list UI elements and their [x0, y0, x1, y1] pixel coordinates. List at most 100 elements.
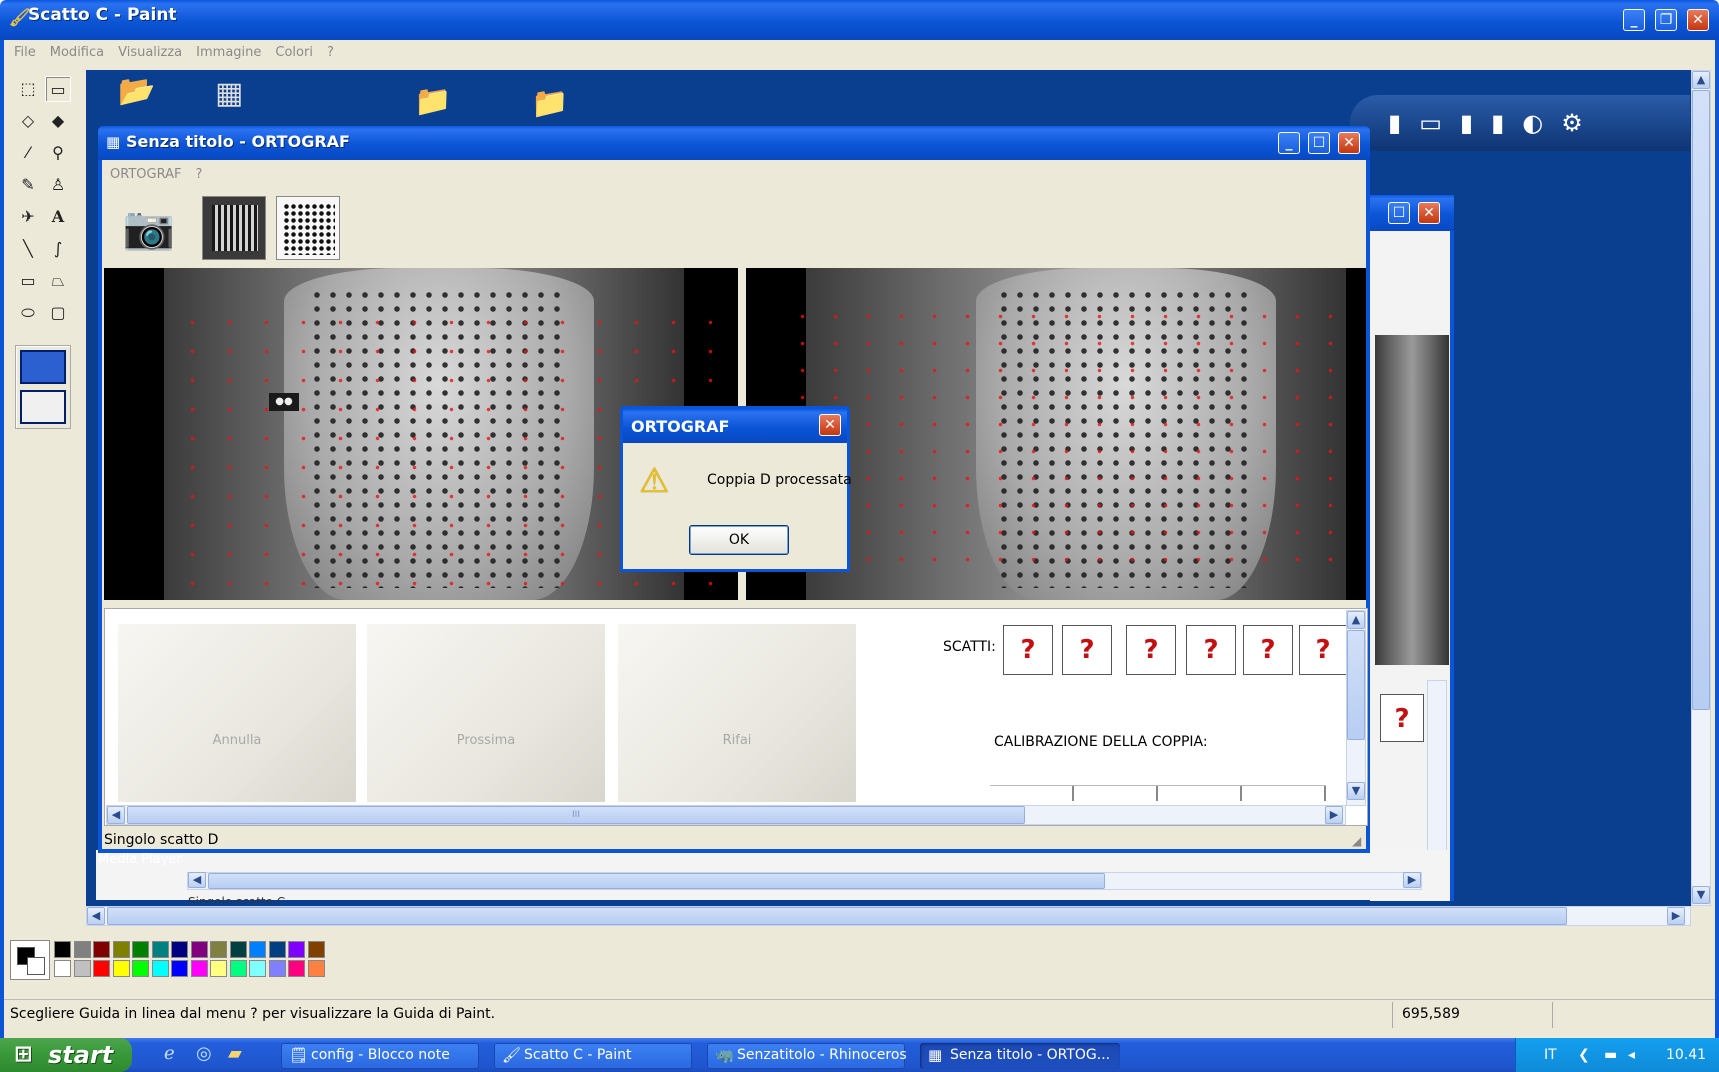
polygon-icon[interactable]: ⏢	[45, 268, 71, 294]
prossima-button[interactable]: Prossima	[367, 624, 605, 802]
palette-swatch[interactable]	[171, 960, 188, 977]
paint-minimize-button[interactable]: _	[1623, 9, 1645, 31]
palette-swatch[interactable]	[229, 941, 247, 958]
behind-scroll-right-arrow[interactable]: ▶	[1403, 872, 1421, 888]
scatto-button-6[interactable]: ?	[1299, 625, 1347, 675]
palette-swatch[interactable]	[249, 960, 266, 977]
palette-swatch[interactable]	[54, 960, 71, 977]
curve-icon[interactable]: ∫	[45, 236, 71, 262]
eraser-icon[interactable]: ◇	[15, 108, 41, 134]
palette-swatch[interactable]	[93, 941, 110, 958]
ie-quicklaunch-icon[interactable]: ℯ	[164, 1043, 175, 1064]
ortograf-lower-scroll-right[interactable]: ▶	[1325, 806, 1343, 824]
rifai-button[interactable]: Rifai	[618, 624, 856, 802]
palette-swatch[interactable]	[151, 941, 169, 958]
language-indicator[interactable]: IT	[1544, 1038, 1557, 1072]
start-button[interactable]: ⊞ start	[0, 1038, 132, 1072]
palette-swatch[interactable]	[132, 960, 149, 977]
paint-scroll-down-arrow[interactable]: ▼	[1692, 886, 1710, 904]
task-paint[interactable]: 🖌 Scatto C - Paint	[494, 1043, 692, 1069]
ortograf-close-button[interactable]: ✕	[1338, 132, 1360, 154]
color-picker-icon[interactable]: ⁄	[15, 140, 41, 166]
palette-swatch[interactable]	[249, 941, 266, 958]
camera-toolbar-button[interactable]: 📷	[116, 195, 182, 261]
fill-bucket-icon[interactable]: ◆	[45, 108, 71, 134]
menu-file[interactable]: File	[14, 45, 36, 60]
resize-grip-icon[interactable]: ◢	[1352, 834, 1361, 848]
paint-hscroll-thumb[interactable]	[107, 907, 1567, 925]
palette-swatch[interactable]	[268, 941, 286, 958]
paint-scroll-up-arrow[interactable]: ▲	[1692, 71, 1710, 89]
annulla-button[interactable]: Annulla	[118, 624, 356, 802]
network-icon[interactable]: ▬	[1604, 1038, 1617, 1072]
explorer-quicklaunch-icon[interactable]: ▰	[228, 1043, 242, 1064]
browser-quicklaunch-icon[interactable]: ◎	[196, 1043, 212, 1064]
ortograf-maximize-button[interactable]: ☐	[1308, 132, 1330, 154]
airbrush-icon[interactable]: ✈	[15, 204, 41, 230]
scatto-button-4[interactable]: ?	[1186, 625, 1236, 675]
palette-swatch[interactable]	[54, 941, 71, 958]
dialog-close-button[interactable]: ✕	[819, 414, 841, 436]
paint-restore-button[interactable]: ❐	[1655, 9, 1677, 31]
scatto-button-3[interactable]: ?	[1126, 625, 1176, 675]
palette-swatch[interactable]	[229, 960, 247, 977]
menu-immagine[interactable]: Immagine	[196, 45, 261, 60]
palette-swatch[interactable]	[171, 941, 188, 958]
palette-swatch[interactable]	[151, 960, 169, 977]
rectangle-icon[interactable]: ▭	[15, 268, 41, 294]
current-colors[interactable]	[10, 940, 50, 980]
palette-swatch[interactable]	[190, 941, 208, 958]
palette-swatch[interactable]	[307, 960, 325, 977]
scatto-button-2[interactable]: ?	[1062, 625, 1112, 675]
paint-vscroll-thumb[interactable]	[1692, 90, 1710, 710]
rounded-rect-icon[interactable]: ▢	[45, 300, 71, 326]
palette-swatch[interactable]	[288, 960, 305, 977]
menu-colori[interactable]: Colori	[275, 45, 313, 60]
paint-scroll-left-arrow[interactable]: ◀	[87, 907, 105, 925]
palette-swatch[interactable]	[93, 960, 110, 977]
behind-hscroll-thumb[interactable]	[208, 873, 1105, 889]
rect-select-icon[interactable]: ▭	[45, 76, 71, 102]
palette-swatch[interactable]	[132, 941, 149, 958]
behind-close-button[interactable]: ✕	[1418, 202, 1440, 224]
ellipse-icon[interactable]: ⬭	[15, 300, 41, 326]
palette-swatch[interactable]	[73, 941, 91, 958]
dots-grid-toolbar-button[interactable]	[276, 196, 340, 260]
palette-swatch[interactable]	[210, 941, 227, 958]
ortograf-lower-scroll-up[interactable]: ▲	[1347, 611, 1365, 629]
tray-expand-icon[interactable]: ❮	[1578, 1038, 1590, 1072]
palette-swatch[interactable]	[112, 941, 130, 958]
paint-scroll-right-arrow[interactable]: ▶	[1667, 907, 1685, 925]
ortograf-lower-scroll-down[interactable]: ▼	[1347, 782, 1365, 800]
palette-swatch[interactable]	[268, 960, 286, 977]
free-select-icon[interactable]: ⬚	[15, 76, 41, 102]
opaque-option-icon[interactable]	[20, 350, 66, 384]
behind-scroll-left-arrow[interactable]: ◀	[188, 872, 206, 888]
task-rhinoceros[interactable]: 🦏 Senzatitolo - Rhinoceros	[707, 1043, 907, 1069]
palette-swatch[interactable]	[112, 960, 130, 977]
menu-help[interactable]: ?	[327, 45, 334, 60]
pencil-icon[interactable]: ✎	[15, 172, 41, 198]
task-ortograf[interactable]: ▦ Senza titolo - ORTOG...	[920, 1043, 1120, 1069]
paint-close-button[interactable]: ✕	[1687, 9, 1709, 31]
behind-vertical-scrollbar[interactable]	[1427, 680, 1447, 870]
palette-swatch[interactable]	[307, 941, 325, 958]
text-tool-icon[interactable]: A	[45, 204, 71, 230]
palette-swatch[interactable]	[210, 960, 227, 977]
transparent-option-icon[interactable]	[20, 390, 66, 424]
menu-modifica[interactable]: Modifica	[50, 45, 104, 60]
palette-swatch[interactable]	[190, 960, 208, 977]
ortograf-lower-scroll-left[interactable]: ◀	[107, 806, 125, 824]
ortograf-lower-vthumb[interactable]	[1347, 630, 1365, 740]
ortograf-lower-hthumb[interactable]: III	[127, 806, 1025, 824]
magnifier-icon[interactable]: ⚲	[45, 140, 71, 166]
menu-ortograf[interactable]: ORTOGRAF	[110, 167, 181, 182]
menu-visualizza[interactable]: Visualizza	[118, 45, 182, 60]
grid-toolbar-button[interactable]	[202, 196, 266, 260]
task-blocco-note[interactable]: 🗒 config - Blocco note	[281, 1043, 479, 1069]
palette-swatch[interactable]	[73, 960, 91, 977]
menu-ortograf-help[interactable]: ?	[195, 167, 202, 182]
scatto-button-1[interactable]: ?	[1003, 625, 1053, 675]
behind-scatto-button[interactable]: ?	[1380, 694, 1424, 742]
line-icon[interactable]: ╲	[15, 236, 41, 262]
